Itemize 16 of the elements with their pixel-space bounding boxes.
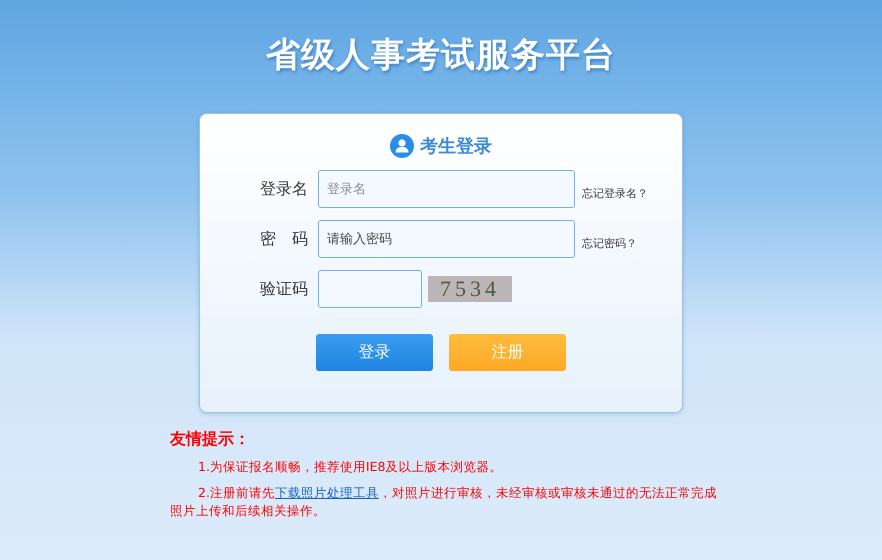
input-field[interactable]: 请输入密码 bbox=[318, 220, 575, 258]
tips-heading: 友情提示： bbox=[170, 429, 251, 450]
download-link[interactable]: 下载照片处理工具 bbox=[274, 485, 379, 500]
site-title: 省级人事考试服务平台 bbox=[266, 34, 616, 77]
login-title: 考生登录 bbox=[420, 135, 492, 158]
input-field[interactable] bbox=[318, 270, 422, 308]
help-link[interactable]: 忘记登录名？ bbox=[582, 186, 648, 200]
field-label: 验证码 bbox=[260, 278, 309, 300]
field-label: 密 码 bbox=[260, 228, 309, 250]
tip-text: 2.注册前请先下载照片处理工具，对照片进行审核，未经审核或审核未通过的无法正常完成照片上传和后续相关操作。 bbox=[170, 484, 718, 520]
tip-text: 1.为保证报名顺畅，推荐使用IE8及以上版本浏览器。 bbox=[197, 458, 504, 476]
input-field[interactable]: 登录名 bbox=[318, 170, 575, 208]
captcha-image: 7534 bbox=[428, 276, 512, 302]
help-link[interactable]: 忘记密码？ bbox=[582, 236, 637, 250]
field-label: 登录名 bbox=[260, 178, 309, 200]
user-icon bbox=[390, 134, 414, 158]
